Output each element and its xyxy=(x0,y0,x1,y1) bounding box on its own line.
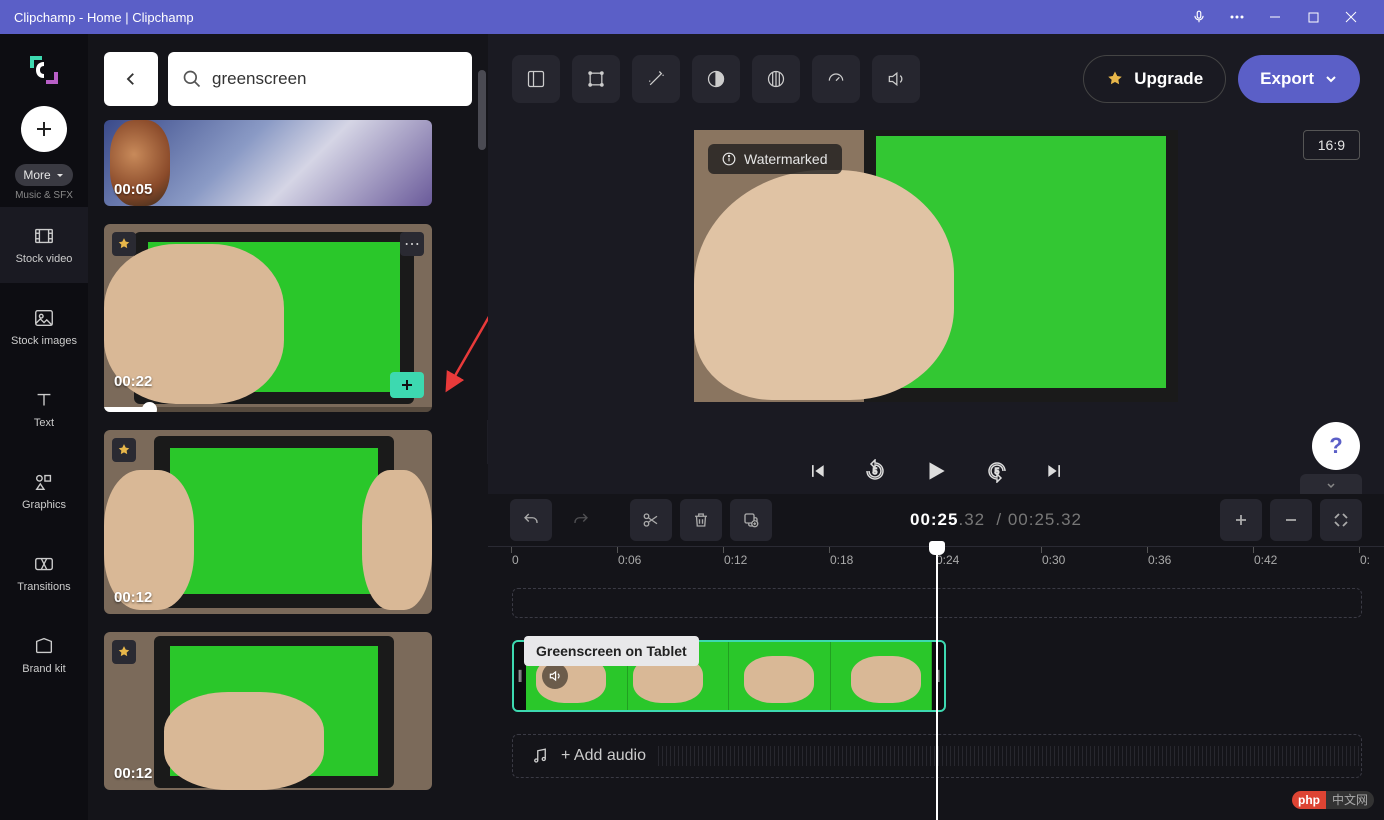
delete-button[interactable] xyxy=(680,499,722,541)
stock-thumb[interactable]: 00:05 xyxy=(104,120,432,206)
export-button[interactable]: Export xyxy=(1238,55,1360,103)
info-icon xyxy=(722,152,736,166)
watermark-badge: Watermarked xyxy=(708,144,842,174)
search-input[interactable] xyxy=(212,69,458,89)
timeline: 00:25.32 / 00:25.32 0 0:06 0:12 0:18 0:2… xyxy=(488,494,1384,820)
magic-icon[interactable] xyxy=(632,55,680,103)
minimize-button[interactable] xyxy=(1256,0,1294,34)
search-box[interactable] xyxy=(168,52,472,106)
premium-badge-icon xyxy=(112,438,136,462)
clip-tooltip: Greenscreen on Tablet xyxy=(524,636,699,666)
thumb-progress[interactable] xyxy=(104,407,432,412)
zoom-fit-button[interactable] xyxy=(1320,499,1362,541)
zoom-in-button[interactable] xyxy=(1220,499,1262,541)
search-icon xyxy=(182,69,202,89)
rail-text[interactable]: Text xyxy=(0,371,88,447)
undo-button[interactable] xyxy=(510,499,552,541)
speed-icon[interactable] xyxy=(812,55,860,103)
thumb-duration: 00:22 xyxy=(114,373,152,390)
add-media-button[interactable] xyxy=(21,106,67,152)
source-badge: php中文网 xyxy=(1292,791,1374,808)
stock-thumb[interactable]: ⋯ 00:22 xyxy=(104,224,432,412)
forward-5-button[interactable]: 5 xyxy=(985,459,1009,483)
timeline-time: 00:25.32 / 00:25.32 xyxy=(780,510,1212,530)
music-sfx-label: Music & SFX xyxy=(15,190,73,201)
aspect-ratio-button[interactable]: 16:9 xyxy=(1303,130,1360,160)
skip-end-button[interactable] xyxy=(1045,461,1065,481)
upgrade-button[interactable]: Upgrade xyxy=(1083,55,1226,103)
stock-thumb[interactable]: 00:12 xyxy=(104,430,432,614)
close-button[interactable] xyxy=(1332,0,1370,34)
panel-scrollbar[interactable] xyxy=(478,70,486,150)
premium-badge-icon xyxy=(112,232,136,256)
clip-audio-icon[interactable] xyxy=(542,663,568,689)
video-track: Greenscreen on Tablet ║ ║ xyxy=(512,640,1384,728)
rail-stock-video[interactable]: Stock video xyxy=(0,207,88,283)
stock-thumb[interactable]: 00:12 xyxy=(104,632,432,790)
side-rail: More Music & SFX Stock video Stock image… xyxy=(0,34,88,820)
more-chip[interactable]: More xyxy=(15,164,72,186)
volume-icon[interactable] xyxy=(872,55,920,103)
preview-toolbar: Upgrade Export xyxy=(488,34,1384,124)
skip-start-button[interactable] xyxy=(807,461,827,481)
thumb-duration: 00:12 xyxy=(114,589,152,606)
rail-transitions[interactable]: Transitions xyxy=(0,535,88,611)
playhead[interactable] xyxy=(936,546,938,820)
play-button[interactable] xyxy=(923,458,949,484)
more-icon[interactable] xyxy=(1218,0,1256,34)
rewind-5-button[interactable]: 5 xyxy=(863,459,887,483)
mic-icon[interactable] xyxy=(1180,0,1218,34)
thumb-more-icon[interactable]: ⋯ xyxy=(400,232,424,256)
rail-graphics[interactable]: Graphics xyxy=(0,453,88,529)
rail-stock-images[interactable]: Stock images xyxy=(0,289,88,365)
contrast-icon[interactable] xyxy=(692,55,740,103)
duplicate-button[interactable] xyxy=(730,499,772,541)
split-button[interactable] xyxy=(630,499,672,541)
audio-placeholder: + Add audio xyxy=(561,747,646,765)
transport-controls: 5 5 xyxy=(488,440,1384,492)
chevron-down-icon xyxy=(1324,72,1338,86)
crop-icon[interactable] xyxy=(572,55,620,103)
filter-icon[interactable] xyxy=(752,55,800,103)
svg-text:5: 5 xyxy=(873,467,878,476)
layout-icon[interactable] xyxy=(512,55,560,103)
thumb-duration: 00:12 xyxy=(114,765,152,782)
editor-stage: Upgrade Export Watermarked 16:9 ? xyxy=(488,34,1384,820)
clip-right-handle[interactable]: ║ xyxy=(932,642,944,710)
premium-badge-icon xyxy=(112,640,136,664)
preview-area: Watermarked 16:9 ? 5 5 xyxy=(488,124,1384,494)
timeline-expand-button[interactable] xyxy=(1300,474,1362,496)
add-to-timeline-button[interactable] xyxy=(390,372,424,398)
redo-button[interactable] xyxy=(560,499,602,541)
audio-waveform xyxy=(658,746,1361,766)
rail-brand-kit[interactable]: Brand kit xyxy=(0,617,88,693)
video-preview[interactable]: Watermarked xyxy=(694,130,1178,402)
stock-panel: 00:05 ⋯ 00:22 xyxy=(88,34,488,820)
titlebar: Clipchamp - Home | Clipchamp xyxy=(0,0,1384,34)
music-icon xyxy=(531,747,549,765)
svg-text:5: 5 xyxy=(995,467,1000,476)
back-button[interactable] xyxy=(104,52,158,106)
thumb-duration: 00:05 xyxy=(114,181,152,198)
maximize-button[interactable] xyxy=(1294,0,1332,34)
zoom-out-button[interactable] xyxy=(1270,499,1312,541)
app-logo xyxy=(20,46,68,94)
window-title: Clipchamp - Home | Clipchamp xyxy=(14,10,1180,25)
diamond-icon xyxy=(1106,70,1124,88)
